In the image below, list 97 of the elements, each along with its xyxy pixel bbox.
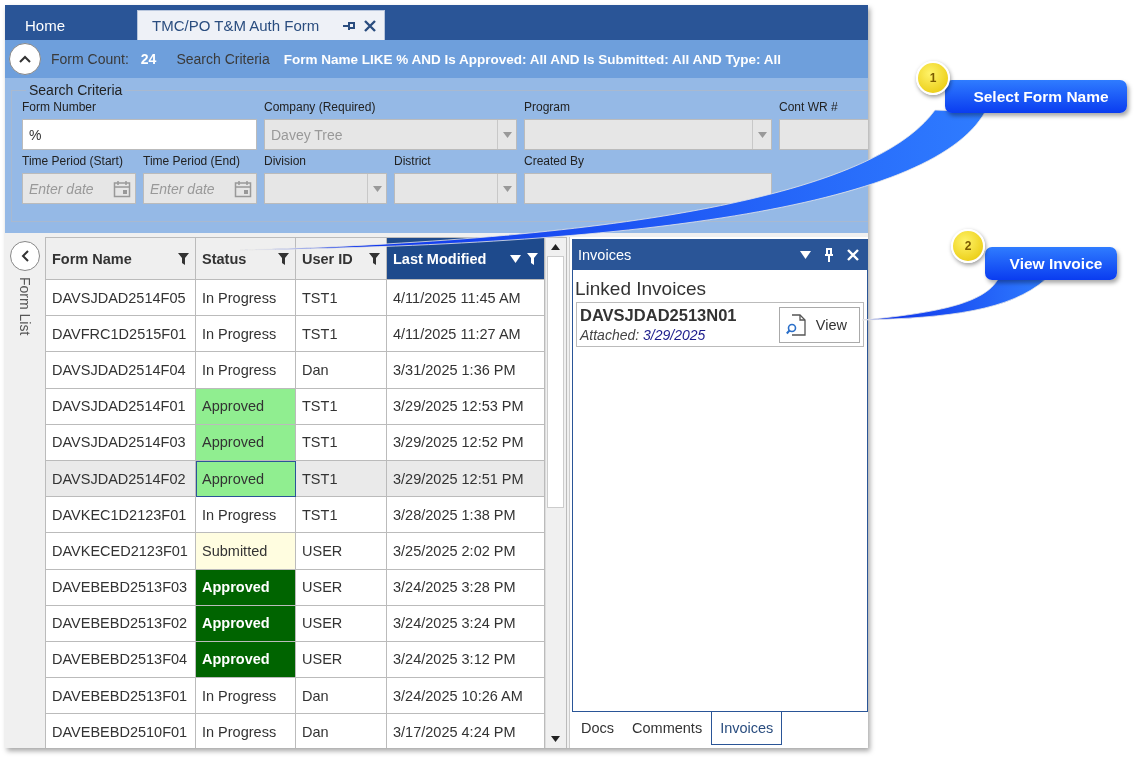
table-row[interactable]: DAVFRC1D2515F01 In Progress TST1 4/11/2025 11:27 AM	[46, 316, 545, 353]
table-cell: Dan	[296, 714, 387, 748]
group-title: Search Criteria	[28, 82, 124, 98]
invoice-number: DAVSJDAD2513N01	[580, 306, 737, 325]
field-label: Form Number	[22, 100, 97, 114]
caret-icon	[372, 185, 382, 192]
table-cell: Dan	[296, 678, 387, 715]
panel-tab[interactable]: Invoices	[711, 712, 783, 745]
search-criteria-label: Search Criteria	[176, 51, 270, 67]
table-row[interactable]: DAVSJDAD2514F01 Approved TST1 3/29/2025 12:53 PM	[46, 388, 545, 425]
table-row[interactable]: DAVEBEBD2513F03 Approved USER 3/24/2025 3:28 PM	[46, 569, 545, 606]
status-cell: Approved	[196, 605, 296, 642]
field-label: Program	[524, 100, 571, 114]
table-cell: TST1	[296, 316, 387, 353]
scroll-up-icon[interactable]	[550, 244, 560, 250]
form-count-label: Form Count:	[51, 51, 129, 67]
field-label: District	[394, 154, 432, 168]
chevron-left-icon	[21, 250, 29, 262]
panel-title: Invoices	[578, 247, 632, 263]
scroll-down-icon[interactable]	[550, 736, 560, 742]
field-label: Company (Required)	[264, 100, 377, 114]
filter-icon[interactable]	[178, 252, 189, 265]
table-row[interactable]: DAVEBEBD2513F02 Approved USER 3/24/2025 3:24 PM	[46, 605, 545, 642]
chevron-up-icon	[19, 55, 31, 63]
step-badge: 1	[916, 61, 950, 95]
status-cell: In Progress	[196, 280, 296, 317]
status-cell: Approved	[196, 569, 296, 606]
input-field[interactable]: %	[22, 119, 257, 150]
field-label: Time Period (Start)	[22, 154, 124, 168]
form-count: 24	[140, 51, 157, 67]
table-row[interactable]: DAVSJDAD2514F02 Approved TST1 3/29/2025 12:51 PM	[46, 460, 545, 498]
collapse-button[interactable]	[10, 241, 40, 271]
table-cell: TST1	[296, 497, 387, 534]
status-cell: In Progress	[196, 497, 296, 534]
table-row[interactable]: DAVSJDAD2514F05 In Progress TST1 4/11/2025 11:45 AM	[46, 280, 545, 317]
table-cell: USER	[296, 569, 387, 606]
caret-icon	[757, 131, 767, 138]
view-button[interactable]: View	[778, 306, 860, 343]
caret-icon	[502, 185, 512, 192]
table-row[interactable]: DAVEBEBD2513F04 Approved USER 3/24/2025 3:12 PM	[46, 641, 545, 679]
collapse-button[interactable]	[9, 43, 41, 75]
column-header[interactable]: User ID	[296, 238, 387, 280]
sort-descending-icon	[510, 254, 521, 263]
status-cell: In Progress	[196, 678, 296, 715]
status-cell: Approved	[196, 460, 296, 498]
status-cell: Submitted	[196, 533, 296, 570]
table-cell: TST1	[296, 280, 387, 317]
search-criteria-text: Form Name LIKE % AND Is Approved: All AND Is Submitted: All AND Type: All	[283, 51, 782, 67]
tab-label: TMC/PO T&M Auth Form	[152, 17, 320, 34]
status-cell: Approved	[196, 424, 296, 461]
status-cell: Approved	[196, 641, 296, 679]
attached-date: Attached: 3/29/2025	[580, 327, 707, 343]
table-row[interactable]: DAVEBEBD2513F01 In Progress Dan 3/24/2025 10:26 AM	[46, 678, 545, 715]
filter-icon[interactable]	[369, 252, 380, 265]
callout-bubble: View Invoice	[985, 247, 1117, 280]
table-cell: USER	[296, 533, 387, 570]
column-header[interactable]: Status	[196, 238, 296, 280]
table-cell: TST1	[296, 460, 387, 498]
table-cell: USER	[296, 605, 387, 642]
section-heading: Linked Invoices	[574, 277, 707, 301]
filter-icon[interactable]	[527, 252, 538, 265]
table-cell: 3/29/2025 12:51 PM	[387, 460, 545, 498]
status-cell: Approved	[196, 388, 296, 425]
close-icon[interactable]	[364, 19, 376, 32]
tab-label: Home	[25, 16, 65, 34]
table-row[interactable]: DAVSJDAD2514F03 Approved TST1 3/29/2025 12:52 PM	[46, 424, 545, 461]
field-label: Cont WR #	[779, 100, 839, 114]
callout-bubble: Select Form Name	[945, 80, 1127, 113]
table-cell: TST1	[296, 424, 387, 461]
table-cell: DAVSJDAD2514F02	[46, 460, 196, 498]
calendar-icon	[234, 179, 252, 198]
table-row[interactable]: DAVSJDAD2514F04 In Progress Dan 3/31/2025 1:36 PM	[46, 352, 545, 389]
status-cell: In Progress	[196, 352, 296, 389]
column-header[interactable]: Form Name	[46, 238, 196, 280]
calendar-icon	[113, 179, 131, 198]
table-row[interactable]: DAVKEC1D2123F01 In Progress TST1 3/28/2025 1:38 PM	[46, 497, 545, 534]
scrollbar[interactable]	[545, 238, 564, 748]
table-cell: USER	[296, 641, 387, 679]
document-search-icon	[785, 313, 806, 336]
table-cell: Dan	[296, 352, 387, 389]
field-label: Created By	[524, 154, 586, 168]
column-header[interactable]: Last Modified	[387, 238, 545, 280]
pin-icon[interactable]	[342, 19, 356, 32]
field-label: Division	[264, 154, 307, 168]
table-row[interactable]: DAVKECED2123F01 Submitted USER 3/25/2025 2:02 PM	[46, 533, 545, 570]
status-cell: In Progress	[196, 316, 296, 353]
filter-icon[interactable]	[278, 252, 289, 265]
panel-tab[interactable]: Docs	[572, 712, 624, 745]
step-badge: 2	[951, 229, 985, 263]
document-tab[interactable]: Home	[5, 10, 137, 40]
panel-label[interactable]: Form List	[17, 277, 33, 336]
field-label: Time Period (End)	[143, 154, 241, 168]
panel-tab[interactable]: Comments	[623, 712, 712, 745]
table-cell: TST1	[296, 388, 387, 425]
document-tab[interactable]: TMC/PO T&M Auth Form	[137, 10, 385, 40]
table-row[interactable]: DAVEBEBD2510F01 In Progress Dan 3/17/2025 4:24 PM	[46, 714, 545, 748]
caret-icon	[502, 131, 512, 138]
